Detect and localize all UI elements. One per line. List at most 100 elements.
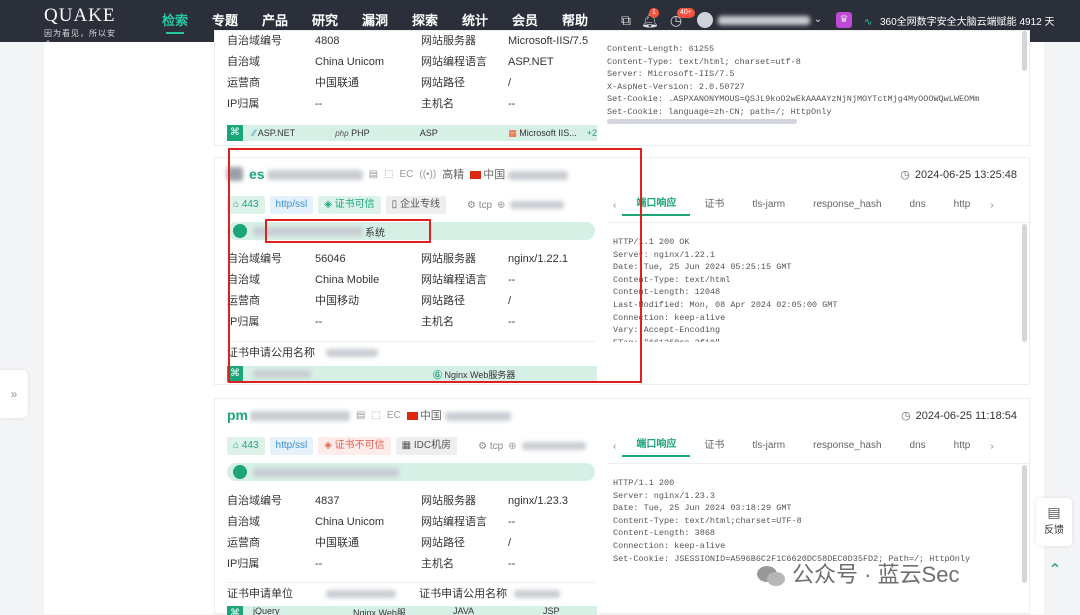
response-scrollbar[interactable] xyxy=(1022,224,1027,342)
card1-tabs: ‹ 端口响应 证书 tls-jarm response_hash dns htt… xyxy=(607,194,1031,216)
card2-title-bar[interactable] xyxy=(227,463,595,481)
card2-tabs: ‹ 端口响应 证书 tls-jarm response_hash dns htt… xyxy=(607,435,1031,457)
card1-response-text: HTTP/1.1 200 OK Server: nginx/1.22.1 Dat… xyxy=(613,237,838,342)
field-value[interactable]: China Unicom xyxy=(315,512,421,533)
document-icon[interactable]: ▤ xyxy=(356,410,365,421)
translate-icon[interactable]: ⧉ xyxy=(618,12,634,28)
php-icon: php xyxy=(335,129,349,138)
card0-response-panel: Content-Length: 61255 Content-Type: text… xyxy=(607,31,1031,145)
field-value[interactable]: / xyxy=(508,533,594,554)
field-label: 网站编程语言 xyxy=(421,56,487,68)
nav-search[interactable]: 检索 xyxy=(150,0,200,42)
tech-more[interactable]: +2 xyxy=(587,128,597,138)
sidebar-expand-button[interactable]: » xyxy=(0,370,28,418)
field-value[interactable]: 4808 xyxy=(315,31,421,52)
field-value[interactable]: 中国联通 xyxy=(315,73,421,94)
tech-label: PHP xyxy=(351,128,370,138)
hostname-prefix: pm xyxy=(227,407,248,423)
tab-response-hash[interactable]: response_hash xyxy=(799,436,895,456)
tab-port-response[interactable]: 端口响应 xyxy=(622,435,691,457)
tech-aspnet[interactable]: ⁄⁄ ASP.NET xyxy=(253,128,326,138)
service-tag[interactable]: http/ssl xyxy=(269,437,314,455)
field-label: 自治域编号 xyxy=(227,35,282,47)
back-to-top-icon[interactable]: ⌃ xyxy=(1040,556,1070,586)
pulse-icon: ∿ xyxy=(864,17,873,28)
field-value[interactable]: -- xyxy=(315,554,421,575)
screenshot-icon[interactable]: ⬚ xyxy=(371,410,380,421)
response-scrollbar[interactable] xyxy=(1022,31,1027,71)
tech-asp[interactable]: ASP xyxy=(420,128,498,138)
response-scrollbar[interactable] xyxy=(1022,465,1027,583)
tab-http[interactable]: http xyxy=(940,436,985,456)
card0-tech-bar: ⌘ ⁄⁄ ASP.NET php PHP ASP ▦ Microsoft IIS… xyxy=(227,125,597,141)
tab-cert[interactable]: 证书 xyxy=(690,436,738,456)
card2-fields: 自治域编号 4837 网站服务器 nginx/1.23.3 自治域 China Unic… xyxy=(227,491,595,575)
field-row: 自治域 China Unicom 网站编程语言 -- xyxy=(227,512,595,533)
chevron-down-icon[interactable]: ⌄ xyxy=(810,12,826,28)
field-value[interactable]: Microsoft-IIS/7.5 xyxy=(508,31,594,52)
tab-tls-jarm[interactable]: tls-jarm xyxy=(738,436,799,456)
tab-dns[interactable]: dns xyxy=(896,195,940,215)
tab-cert[interactable]: 证书 xyxy=(690,195,738,215)
tab-response-hash[interactable]: response_hash xyxy=(799,195,895,215)
field-label: 运营商 xyxy=(227,77,260,89)
feedback-button[interactable]: ▤ 反馈 xyxy=(1036,498,1072,546)
cert-untrusted-tag[interactable]: ◈ 证书不可信 xyxy=(318,437,391,455)
tabs-next-icon[interactable]: › xyxy=(984,441,999,452)
proto-label: ⚙ tcp xyxy=(478,440,504,452)
idc-tag[interactable]: ▦ IDC机房 xyxy=(395,437,458,455)
feedback-icon: ▤ xyxy=(1047,504,1061,520)
region-redacted xyxy=(444,411,511,421)
field-value[interactable]: / xyxy=(508,73,594,94)
wechat-icon xyxy=(757,566,785,587)
tabs-next-icon[interactable]: › xyxy=(984,200,999,211)
tab-dns[interactable]: dns xyxy=(896,436,940,456)
response-hscrollbar[interactable] xyxy=(607,119,797,124)
field-value[interactable]: 4837 xyxy=(315,491,421,512)
field-value[interactable]: -- xyxy=(508,94,594,115)
field-value[interactable]: -- xyxy=(508,554,594,575)
promo-banner: ∿ 360全网数字安全大脑云端赋能 4912 天 xyxy=(864,13,1055,28)
field-value[interactable]: -- xyxy=(508,512,594,533)
watermark-text: 公众号 · 蓝云Sec xyxy=(792,562,960,587)
field-label: 网站路径 xyxy=(421,77,465,89)
user-avatar[interactable] xyxy=(697,12,713,28)
tech-php[interactable]: php PHP xyxy=(335,128,410,138)
field-row: IP归属 -- 主机名 -- xyxy=(227,94,595,115)
tab-http[interactable]: http xyxy=(940,195,985,215)
field-value[interactable]: 中国联通 xyxy=(315,533,421,554)
tech-label: ASP.NET xyxy=(257,128,296,138)
card0-fields: 自治域编号 4808 网站服务器 Microsoft-IIS/7.5 自治域 China… xyxy=(227,31,595,115)
field-row: 自治域编号 4808 网站服务器 Microsoft-IIS/7.5 xyxy=(227,31,595,52)
tabs-prev-icon[interactable]: ‹ xyxy=(607,441,622,452)
site-icon xyxy=(233,465,247,479)
field-label: 自治域编号 xyxy=(227,495,282,507)
card2-tags: ⌂ 443 http/ssl ◈ 证书不可信 ▦ IDC机房 ⚙ tcp ⊕ xyxy=(227,437,586,455)
country: 中国 xyxy=(419,410,442,422)
field-label: 网站路径 xyxy=(421,537,465,549)
field-label: 网站服务器 xyxy=(421,35,476,47)
ip-redacted xyxy=(521,442,586,450)
tech-iis[interactable]: ▦ Microsoft IIS... xyxy=(508,128,577,139)
field-row: 运营商 中国联通 网站路径 / xyxy=(227,533,595,554)
port-tag[interactable]: ⌂ 443 xyxy=(227,437,265,455)
proto-value: tcp xyxy=(489,440,504,452)
field-row: IP归属 -- 主机名 -- xyxy=(227,554,595,575)
card1-response-panel: 2024-06-25 13:25:48 ‹ 端口响应 证书 tls-jarm r… xyxy=(607,158,1031,384)
vip-icon[interactable]: ♛ xyxy=(836,12,852,28)
title-redacted xyxy=(253,467,399,477)
notification-badge: 1 xyxy=(649,8,659,18)
username-redacted[interactable] xyxy=(718,16,810,25)
tab-tls-jarm[interactable]: tls-jarm xyxy=(738,195,799,215)
field-value[interactable]: nginx/1.23.3 xyxy=(508,491,594,512)
ec-icon[interactable]: EC xyxy=(387,410,401,421)
field-label: IP归属 xyxy=(227,98,260,110)
hostname-redacted xyxy=(250,411,350,422)
field-value[interactable]: -- xyxy=(315,94,421,115)
field-value[interactable]: ASP.NET xyxy=(508,52,594,73)
card0-response-text: Content-Length: 61255 Content-Type: text… xyxy=(607,44,980,117)
field-value[interactable]: China Unicom xyxy=(315,52,421,73)
hostname-link[interactable]: pm xyxy=(227,407,350,423)
field-row: 自治域 China Unicom 网站编程语言 ASP.NET xyxy=(227,52,595,73)
field-label: 自治域 xyxy=(227,56,260,68)
